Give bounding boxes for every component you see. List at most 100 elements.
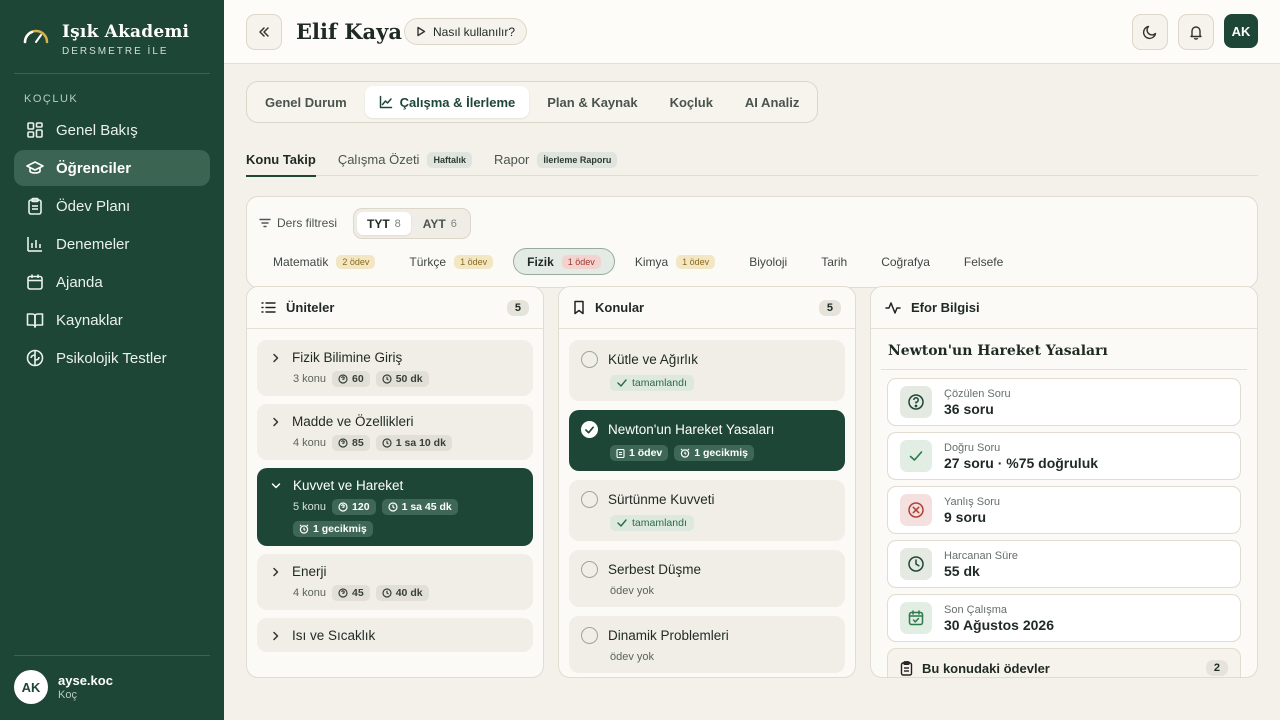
list-icon	[261, 302, 276, 313]
stat-label: Yanlış Soru	[944, 495, 1001, 508]
tab-plan-kaynak[interactable]: Plan & Kaynak	[533, 86, 651, 118]
book-open-icon	[26, 313, 44, 328]
tab-kocluk[interactable]: Koçluk	[656, 86, 727, 118]
filter-icon	[259, 218, 271, 228]
subject-chip[interactable]: Biyoloji	[735, 248, 801, 275]
unit-topic-count: 4 konu	[293, 587, 327, 599]
exam-ayt-button[interactable]: AYT 6	[413, 212, 467, 235]
main-tabs: Genel Durum Çalışma & İlerleme Plan & Ka…	[246, 81, 819, 123]
sidebar-item-kaynaklar[interactable]: Kaynaklar	[14, 302, 210, 338]
sidebar-item-label: Öğrenciler	[56, 159, 132, 177]
topic-radio[interactable]	[581, 561, 598, 578]
stat-label: Doğru Soru	[944, 441, 1001, 454]
unit-topic-count: 4 konu	[293, 437, 327, 449]
unit-topic-count: 5 konu	[293, 501, 327, 513]
subject-chip[interactable]: Türkçe 1 ödev	[395, 248, 507, 275]
sidebar-item-ajanda[interactable]: Ajanda	[14, 264, 210, 300]
question-circle-icon	[338, 588, 348, 598]
brand-subtitle: DERSMETRE İLE	[62, 46, 169, 57]
subject-chip[interactable]: Coğrafya	[867, 248, 944, 275]
clipboard-icon	[900, 660, 913, 676]
unit-item[interactable]: Madde ve Özellikleri 4 konu 85 1 sa 10 d…	[257, 404, 533, 460]
clock-icon	[387, 502, 398, 512]
chevron-right-icon	[273, 631, 279, 640]
late-chip: 1 gecikmiş	[674, 445, 754, 461]
exam-tyt-button[interactable]: TYT 8	[357, 212, 411, 235]
topic-item-selected[interactable]: Newton'un Hareket Yasaları 1 ödev 1 geci…	[569, 410, 845, 471]
chip-text: 120	[352, 501, 370, 513]
subject-chip[interactable]: Tarih	[807, 248, 861, 275]
unit-item-selected[interactable]: Kuvvet ve Hareket 5 konu 120 1 sa 45 dk …	[257, 468, 533, 546]
subject-chip[interactable]: Felsefe	[950, 248, 1017, 275]
theme-toggle-button[interactable]	[1132, 14, 1168, 50]
sub-tabs: Konu Takip Çalışma Özeti Haftalık Rapor …	[246, 143, 1258, 177]
effort-header: Efor Bilgisi	[871, 287, 1257, 329]
topic-item[interactable]: Kütle ve Ağırlık tamamlandı	[569, 340, 845, 401]
stat-time: Harcanan Süre 55 dk	[887, 540, 1241, 588]
tab-genel-durum[interactable]: Genel Durum	[251, 86, 361, 118]
topic-item[interactable]: Sürtünme Kuvveti tamamlandı	[569, 480, 845, 541]
play-icon	[417, 26, 426, 37]
homework-count: 2	[1205, 660, 1228, 676]
subject-name: Coğrafya	[881, 254, 930, 269]
sidebar-item-genel-bakis[interactable]: Genel Bakış	[14, 112, 210, 148]
bookmark-icon	[574, 300, 584, 315]
sidebar-item-label: Ödev Planı	[56, 197, 131, 215]
topic-homework-toggle[interactable]: Bu konudaki ödevler 2	[887, 648, 1241, 677]
bell-icon	[1190, 26, 1202, 40]
tab-ai-analiz[interactable]: AI Analiz	[731, 86, 813, 118]
tab-calisma-ilerleme[interactable]: Çalışma & İlerleme	[364, 86, 530, 118]
topic-radio[interactable]	[581, 421, 598, 438]
topic-radio[interactable]	[581, 351, 598, 368]
units-count: 5	[506, 299, 529, 316]
stat-solved: Çözülen Soru 36 soru	[887, 378, 1241, 426]
completed-chip: tamamlandı	[610, 375, 694, 391]
topic-radio[interactable]	[581, 491, 598, 508]
check-icon	[617, 379, 627, 387]
collapse-sidebar-button[interactable]	[246, 14, 282, 50]
unit-title: Kuvvet ve Hareket	[293, 478, 404, 493]
exam-type-switch: TYT 8 AYT 6	[353, 208, 471, 239]
topic-item[interactable]: Serbest Düşme ödev yok	[569, 550, 845, 607]
subtab-calisma-ozeti[interactable]: Çalışma Özeti Haftalık	[338, 143, 472, 176]
subtab-label: Konu Takip	[246, 152, 316, 167]
graduation-cap-icon	[26, 161, 44, 174]
divider	[14, 73, 210, 74]
help-button[interactable]: Nasıl kullanılır?	[404, 18, 528, 45]
notifications-button[interactable]	[1178, 14, 1214, 50]
exam-count: 6	[450, 217, 457, 230]
unit-item[interactable]: Isı ve Sıcaklık	[257, 618, 533, 652]
sidebar-item-odev-plani[interactable]: Ödev Planı	[14, 188, 210, 224]
avatar[interactable]: AK	[1224, 14, 1258, 48]
clock-icon	[382, 438, 392, 448]
check-icon	[900, 440, 932, 472]
subject-chip[interactable]: Matematik 2 ödev	[259, 248, 389, 275]
topic-radio[interactable]	[581, 627, 598, 644]
subtab-konu-takip[interactable]: Konu Takip	[246, 143, 316, 177]
unit-item[interactable]: Enerji 4 konu 45 40 dk	[257, 554, 533, 610]
subtab-label: Çalışma Özeti	[337, 152, 420, 167]
sidebar-item-psikolojik-testler[interactable]: Psikolojik Testler	[14, 340, 210, 376]
topic-item[interactable]: Dinamik Problemleri ödev yok	[569, 616, 845, 673]
chevron-down-icon	[271, 483, 281, 489]
subtab-label: Rapor	[493, 152, 530, 167]
user-profile[interactable]: AK ayse.koc Koç	[14, 670, 113, 704]
subtab-rapor[interactable]: Rapor İlerleme Raporu	[493, 143, 618, 176]
line-chart-icon	[379, 95, 392, 109]
brain-icon	[26, 349, 44, 367]
unit-title: Isı ve Sıcaklık	[292, 628, 376, 643]
alarm-clock-icon	[680, 448, 690, 458]
unit-title: Enerji	[292, 564, 327, 579]
unit-item[interactable]: Fizik Bilimine Giriş 3 konu 60 50 dk	[257, 340, 533, 396]
sidebar-item-denemeler[interactable]: Denemeler	[14, 226, 210, 262]
tab-label: Çalışma & İlerleme	[399, 94, 516, 110]
x-circle-icon	[900, 494, 932, 526]
subject-chip[interactable]: Fizik 1 ödev	[513, 248, 615, 275]
sidebar-item-ogrenciler[interactable]: Öğrenciler	[14, 150, 210, 186]
gauge-logo-icon	[23, 29, 49, 44]
check-icon	[585, 425, 594, 434]
topic-title: Serbest Düşme	[608, 562, 702, 577]
subject-chip[interactable]: Kimya 1 ödev	[621, 248, 729, 275]
help-label: Nasıl kullanılır?	[433, 24, 516, 39]
subject-name: Türkçe	[409, 254, 447, 269]
